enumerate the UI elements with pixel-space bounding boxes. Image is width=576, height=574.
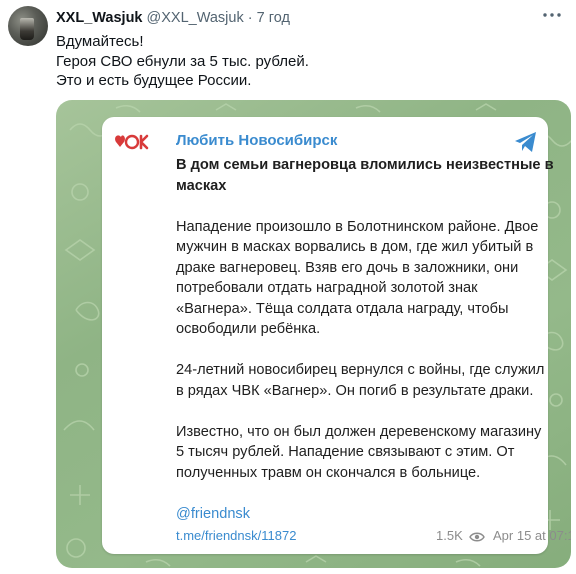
tweet-text: Вдумайтесь! Героя СВО ебнули за 5 тыс. р… xyxy=(56,32,309,91)
post-paragraph-line: в рядах ЧВК «Вагнер». Он погиб в результ… xyxy=(176,382,534,399)
meta-separator: · xyxy=(247,10,253,26)
author-handle[interactable]: @XXL_Wasjuk xyxy=(147,10,244,26)
eye-icon xyxy=(469,530,485,542)
tweet-meta: XXL_Wasjuk @XXL_Wasjuk · 7 год xyxy=(56,10,290,27)
post-paragraph-line: Известно, что он был должен деревенскому… xyxy=(176,423,542,440)
avatar[interactable] xyxy=(8,6,48,46)
post-footer: t.me/friendnsk/11872 1.5K Apr 15 at 07:1… xyxy=(176,527,571,545)
channel-name[interactable]: Любить Новосибирск xyxy=(176,132,337,149)
telegram-plane-icon[interactable] xyxy=(514,131,538,153)
heart-logo-icon xyxy=(114,131,152,153)
tweet-text-line: Это и есть будущее России. xyxy=(56,72,252,89)
channel-mention-link[interactable]: @friendnsk xyxy=(176,504,538,525)
ellipsis-icon[interactable] xyxy=(538,4,566,26)
post-headline: В дом семьи вагнеровца вломились неизвес… xyxy=(176,157,554,173)
view-count: 1.5K xyxy=(436,528,463,543)
post-time[interactable]: 7 год xyxy=(257,10,290,26)
telegram-post-card: Любить Новосибирск В дом семьи вагнеровц… xyxy=(102,117,571,554)
post-paragraph-line: 5 тысяч рублей. Нападение связывают с эт… xyxy=(176,444,515,460)
author-name[interactable]: XXL_Wasjuk xyxy=(56,10,143,26)
tweet-text-line: Вдумайтесь! xyxy=(56,33,144,50)
post-paragraph-line: Нападение произошло в Болотнинском район… xyxy=(176,218,539,235)
post-body: В дом семьи вагнеровца вломились неизвес… xyxy=(176,155,554,525)
post-link[interactable]: t.me/friendnsk/11872 xyxy=(176,527,296,545)
avatar-image xyxy=(20,18,34,40)
post-paragraph-line: драке вагнеровец. Взяв его дочь в заложн… xyxy=(176,259,519,276)
tweet-text-line: Героя СВО ебнули за 5 тыс. рублей. xyxy=(56,52,309,70)
post-paragraph-line: 24-летний новосибирец вернулся с войны, … xyxy=(176,362,545,378)
post-headline: масках xyxy=(176,177,227,194)
post-date: Apr 15 at 07:10 xyxy=(493,528,571,543)
tweet-header: XXL_Wasjuk @XXL_Wasjuk · 7 год Вдумайтес… xyxy=(0,0,576,100)
post-paragraph-line: «Вагнера». Тёща солдата отдала награду, … xyxy=(176,300,509,317)
post-paragraph-line: потребовали отдать наградной золотой зна… xyxy=(176,280,478,296)
post-paragraph-line: освободили ребёнка. xyxy=(176,321,321,337)
post-paragraph-line: мужчин в масках ворвались в дом, где жил… xyxy=(176,239,534,255)
post-paragraph-line: полученных травм он скончался в больнице… xyxy=(176,464,481,481)
tweet-media-image[interactable]: Любить Новосибирск В дом семьи вагнеровц… xyxy=(56,100,571,568)
